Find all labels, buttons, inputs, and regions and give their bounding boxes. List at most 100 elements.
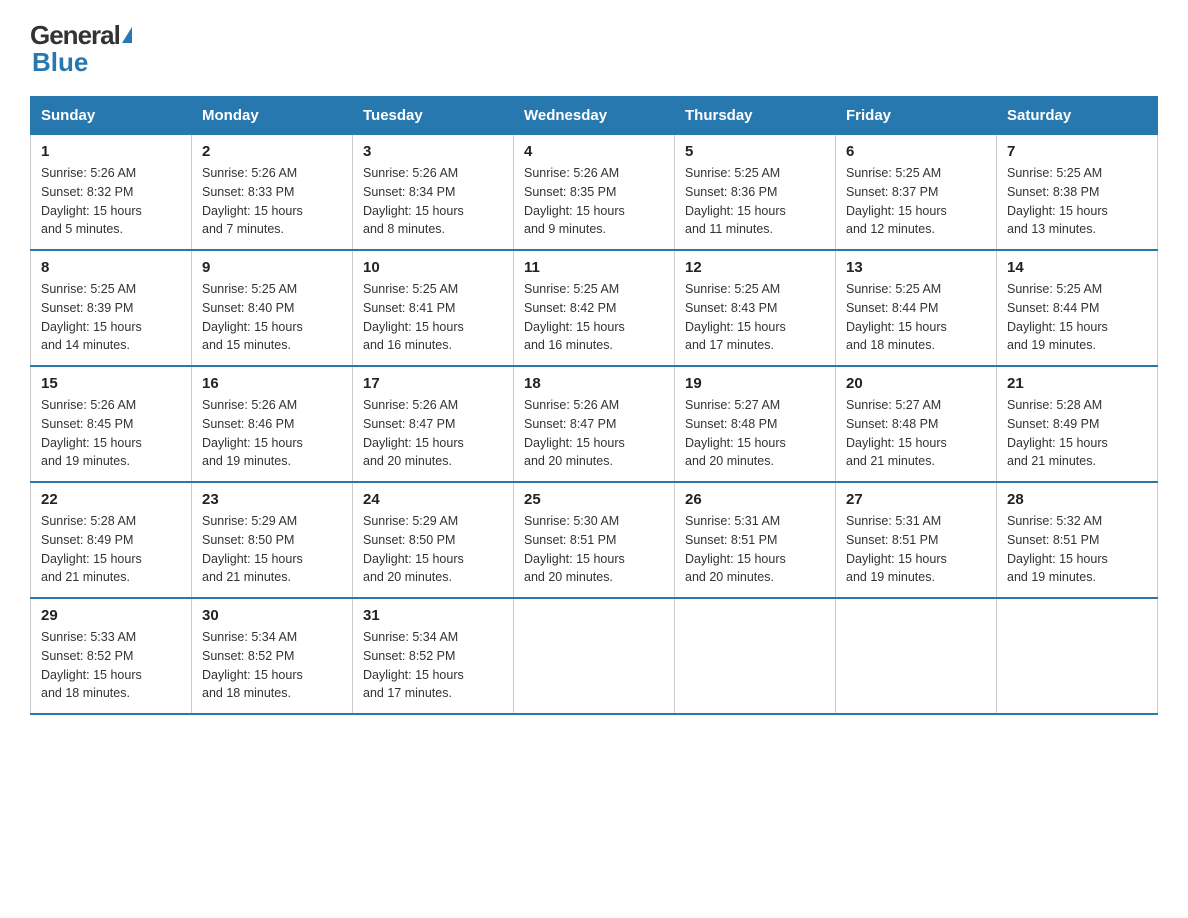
day-number: 16 (202, 375, 342, 392)
day-info: Sunrise: 5:25 AMSunset: 8:43 PMDaylight:… (685, 280, 825, 355)
day-number: 9 (202, 259, 342, 276)
day-number: 18 (524, 375, 664, 392)
table-row: 9 Sunrise: 5:25 AMSunset: 8:40 PMDaylight… (192, 250, 353, 366)
day-number: 31 (363, 607, 503, 624)
day-info: Sunrise: 5:28 AMSunset: 8:49 PMDaylight:… (1007, 396, 1147, 471)
table-row: 10Sunrise: 5:25 AMSunset: 8:41 PMDayligh… (353, 250, 514, 366)
table-row: 1Sunrise: 5:26 AMSunset: 8:32 PMDaylight… (31, 135, 192, 251)
calendar-week-3: 15 Sunrise: 5:26 AMSunset: 8:45 PMDayligh… (31, 366, 1158, 482)
day-number: 19 (685, 375, 825, 392)
day-number: 12 (685, 259, 825, 276)
day-info: Sunrise: 5:25 AMSunset: 8:39 PMDaylight:… (41, 280, 181, 355)
table-row: 16Sunrise: 5:26 AMSunset: 8:46 PMDayligh… (192, 366, 353, 482)
header-day-friday: Friday (836, 97, 997, 135)
table-row: 24 Sunrise: 5:29 AMSunset: 8:50 PMDayligh… (353, 482, 514, 598)
table-row: 8Sunrise: 5:25 AMSunset: 8:39 PMDaylight… (31, 250, 192, 366)
table-row: 25Sunrise: 5:30 AMSunset: 8:51 PMDayligh… (514, 482, 675, 598)
calendar-header-row: SundayMondayTuesdayWednesdayThursdayFrid… (31, 97, 1158, 135)
table-row: 30 Sunrise: 5:34 AMSunset: 8:52 PMDayligh… (192, 598, 353, 714)
table-row: 15 Sunrise: 5:26 AMSunset: 8:45 PMDayligh… (31, 366, 192, 482)
day-info: Sunrise: 5:25 AMSunset: 8:41 PMDaylight:… (363, 280, 503, 355)
header-day-wednesday: Wednesday (514, 97, 675, 135)
day-number: 7 (1007, 143, 1147, 160)
day-info: Sunrise: 5:26 AMSunset: 8:32 PMDaylight:… (41, 164, 181, 239)
table-row (997, 598, 1158, 714)
logo-triangle-icon (122, 27, 132, 43)
table-row: 29Sunrise: 5:33 AMSunset: 8:52 PMDayligh… (31, 598, 192, 714)
table-row: 23 Sunrise: 5:29 AMSunset: 8:50 PMDayligh… (192, 482, 353, 598)
day-info: Sunrise: 5:26 AMSunset: 8:34 PMDaylight:… (363, 164, 503, 239)
day-info: Sunrise: 5:25 AMSunset: 8:42 PMDaylight:… (524, 280, 664, 355)
table-row: 19 Sunrise: 5:27 AMSunset: 8:48 PMDayligh… (675, 366, 836, 482)
header-day-saturday: Saturday (997, 97, 1158, 135)
day-info: Sunrise: 5:26 AMSunset: 8:45 PMDaylight:… (41, 396, 181, 471)
table-row: 4 Sunrise: 5:26 AMSunset: 8:35 PMDaylight… (514, 135, 675, 251)
table-row: 22 Sunrise: 5:28 AMSunset: 8:49 PMDayligh… (31, 482, 192, 598)
calendar-week-2: 8Sunrise: 5:25 AMSunset: 8:39 PMDaylight… (31, 250, 1158, 366)
logo: General Blue (30, 20, 132, 78)
day-number: 5 (685, 143, 825, 160)
header-day-monday: Monday (192, 97, 353, 135)
table-row (514, 598, 675, 714)
day-info: Sunrise: 5:34 AMSunset: 8:52 PMDaylight:… (202, 628, 342, 703)
day-number: 21 (1007, 375, 1147, 392)
day-number: 14 (1007, 259, 1147, 276)
day-number: 30 (202, 607, 342, 624)
page-header: General Blue (30, 20, 1158, 78)
day-info: Sunrise: 5:25 AMSunset: 8:38 PMDaylight:… (1007, 164, 1147, 239)
table-row: 26 Sunrise: 5:31 AMSunset: 8:51 PMDayligh… (675, 482, 836, 598)
day-info: Sunrise: 5:25 AMSunset: 8:40 PMDaylight:… (202, 280, 342, 355)
table-row: 6Sunrise: 5:25 AMSunset: 8:37 PMDaylight… (836, 135, 997, 251)
day-number: 23 (202, 491, 342, 508)
logo-blue-text: Blue (32, 47, 88, 78)
table-row: 27 Sunrise: 5:31 AMSunset: 8:51 PMDayligh… (836, 482, 997, 598)
day-number: 29 (41, 607, 181, 624)
day-number: 27 (846, 491, 986, 508)
day-number: 3 (363, 143, 503, 160)
day-number: 24 (363, 491, 503, 508)
day-info: Sunrise: 5:31 AMSunset: 8:51 PMDaylight:… (846, 512, 986, 587)
header-day-thursday: Thursday (675, 97, 836, 135)
day-info: Sunrise: 5:25 AMSunset: 8:44 PMDaylight:… (1007, 280, 1147, 355)
calendar-table: SundayMondayTuesdayWednesdayThursdayFrid… (30, 96, 1158, 715)
table-row: 14 Sunrise: 5:25 AMSunset: 8:44 PMDayligh… (997, 250, 1158, 366)
day-info: Sunrise: 5:28 AMSunset: 8:49 PMDaylight:… (41, 512, 181, 587)
table-row: 11 Sunrise: 5:25 AMSunset: 8:42 PMDayligh… (514, 250, 675, 366)
day-info: Sunrise: 5:34 AMSunset: 8:52 PMDaylight:… (363, 628, 503, 703)
day-number: 28 (1007, 491, 1147, 508)
day-number: 11 (524, 259, 664, 276)
table-row: 21 Sunrise: 5:28 AMSunset: 8:49 PMDayligh… (997, 366, 1158, 482)
table-row (675, 598, 836, 714)
day-info: Sunrise: 5:27 AMSunset: 8:48 PMDaylight:… (685, 396, 825, 471)
day-number: 26 (685, 491, 825, 508)
table-row: 18Sunrise: 5:26 AMSunset: 8:47 PMDayligh… (514, 366, 675, 482)
table-row: 17 Sunrise: 5:26 AMSunset: 8:47 PMDayligh… (353, 366, 514, 482)
day-number: 6 (846, 143, 986, 160)
table-row: 5 Sunrise: 5:25 AMSunset: 8:36 PMDaylight… (675, 135, 836, 251)
day-info: Sunrise: 5:30 AMSunset: 8:51 PMDaylight:… (524, 512, 664, 587)
day-info: Sunrise: 5:27 AMSunset: 8:48 PMDaylight:… (846, 396, 986, 471)
day-info: Sunrise: 5:32 AMSunset: 8:51 PMDaylight:… (1007, 512, 1147, 587)
calendar-week-5: 29Sunrise: 5:33 AMSunset: 8:52 PMDayligh… (31, 598, 1158, 714)
table-row: 12 Sunrise: 5:25 AMSunset: 8:43 PMDayligh… (675, 250, 836, 366)
day-number: 4 (524, 143, 664, 160)
day-info: Sunrise: 5:25 AMSunset: 8:36 PMDaylight:… (685, 164, 825, 239)
day-number: 15 (41, 375, 181, 392)
day-info: Sunrise: 5:25 AMSunset: 8:44 PMDaylight:… (846, 280, 986, 355)
day-number: 2 (202, 143, 342, 160)
day-info: Sunrise: 5:26 AMSunset: 8:35 PMDaylight:… (524, 164, 664, 239)
day-info: Sunrise: 5:29 AMSunset: 8:50 PMDaylight:… (202, 512, 342, 587)
day-info: Sunrise: 5:31 AMSunset: 8:51 PMDaylight:… (685, 512, 825, 587)
day-info: Sunrise: 5:29 AMSunset: 8:50 PMDaylight:… (363, 512, 503, 587)
table-row: 20 Sunrise: 5:27 AMSunset: 8:48 PMDayligh… (836, 366, 997, 482)
day-info: Sunrise: 5:26 AMSunset: 8:33 PMDaylight:… (202, 164, 342, 239)
day-number: 22 (41, 491, 181, 508)
table-row: 3 Sunrise: 5:26 AMSunset: 8:34 PMDaylight… (353, 135, 514, 251)
table-row: 28 Sunrise: 5:32 AMSunset: 8:51 PMDayligh… (997, 482, 1158, 598)
day-number: 17 (363, 375, 503, 392)
header-day-tuesday: Tuesday (353, 97, 514, 135)
day-number: 20 (846, 375, 986, 392)
day-info: Sunrise: 5:26 AMSunset: 8:47 PMDaylight:… (363, 396, 503, 471)
calendar-week-4: 22 Sunrise: 5:28 AMSunset: 8:49 PMDayligh… (31, 482, 1158, 598)
day-number: 13 (846, 259, 986, 276)
